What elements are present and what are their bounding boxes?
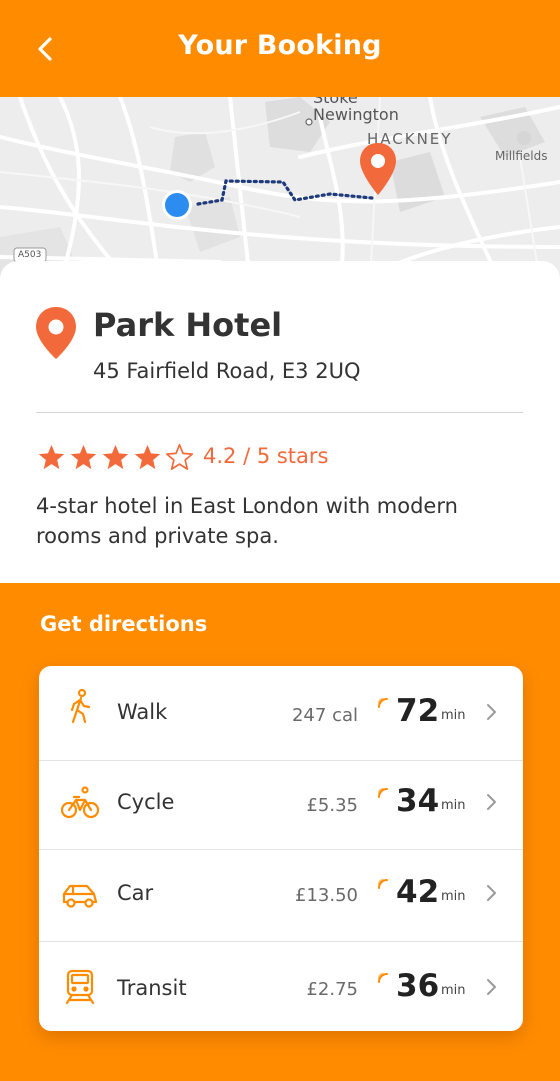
chevron-right-icon [487,704,496,720]
bicycle-icon [61,786,99,819]
directions-list: Walk 247 cal 72 min Cycle £5.35 34 min C… [39,666,523,1031]
mode-time: 42 [396,874,440,910]
mode-cost: £5.35 [306,795,358,816]
chevron-right-icon [487,979,496,995]
direction-row-transit[interactable]: Transit £2.75 36 min [39,941,523,1031]
hotel-name: Park Hotel [93,306,283,344]
page-title: Your Booking [178,30,382,61]
star-outline-icon [165,443,194,470]
mode-label: Cycle [117,790,175,814]
live-signal-icon [378,698,388,708]
direction-row-walk[interactable]: Walk 247 cal 72 min [39,666,523,760]
star-filled-icon [70,444,97,470]
app-header: Your Booking [0,0,560,97]
route-map[interactable]: Stoke Newington HACKNEY Millfields A503 [0,97,560,282]
map-label-road: A503 [18,250,42,260]
map-background [0,97,560,282]
mode-unit: min [441,983,466,998]
star-rating [36,443,195,472]
mode-cost: 247 cal [291,705,358,726]
mode-unit: min [441,708,466,723]
train-icon [65,969,95,1005]
star-filled-icon [134,444,161,470]
rating-text: 4.2 / 5 stars [203,444,329,468]
mode-unit: min [441,798,466,813]
directions-title: Get directions [40,612,208,636]
star-filled-icon [38,444,65,470]
mode-time: 34 [396,783,440,819]
mode-time: 36 [396,968,440,1004]
mode-cost: £13.50 [295,885,358,906]
hotel-description: 4-star hotel in East London with modern … [36,494,458,548]
mode-label: Walk [117,700,168,724]
hotel-address: 45 Fairfield Road, E3 2UQ [93,359,361,383]
destination-pin-icon [360,143,396,195]
car-icon [62,884,98,908]
live-signal-icon [378,879,388,889]
map-label-millfields: Millfields [495,149,548,163]
divider [36,412,523,413]
mode-label: Transit [117,976,187,1000]
chevron-right-icon [487,885,496,901]
location-pin-icon [36,307,76,359]
star-filled-icon [102,444,129,470]
chevron-right-icon [487,794,496,810]
live-signal-icon [378,788,388,798]
mode-time: 72 [396,693,440,729]
mode-label: Car [117,881,154,905]
direction-row-cycle[interactable]: Cycle £5.35 34 min [39,760,523,849]
live-signal-icon [378,973,388,983]
mode-unit: min [441,889,466,904]
mode-cost: £2.75 [306,979,358,1000]
direction-row-car[interactable]: Car £13.50 42 min [39,849,523,941]
walk-icon [70,688,91,724]
map-label-newington: Newington [313,105,399,124]
